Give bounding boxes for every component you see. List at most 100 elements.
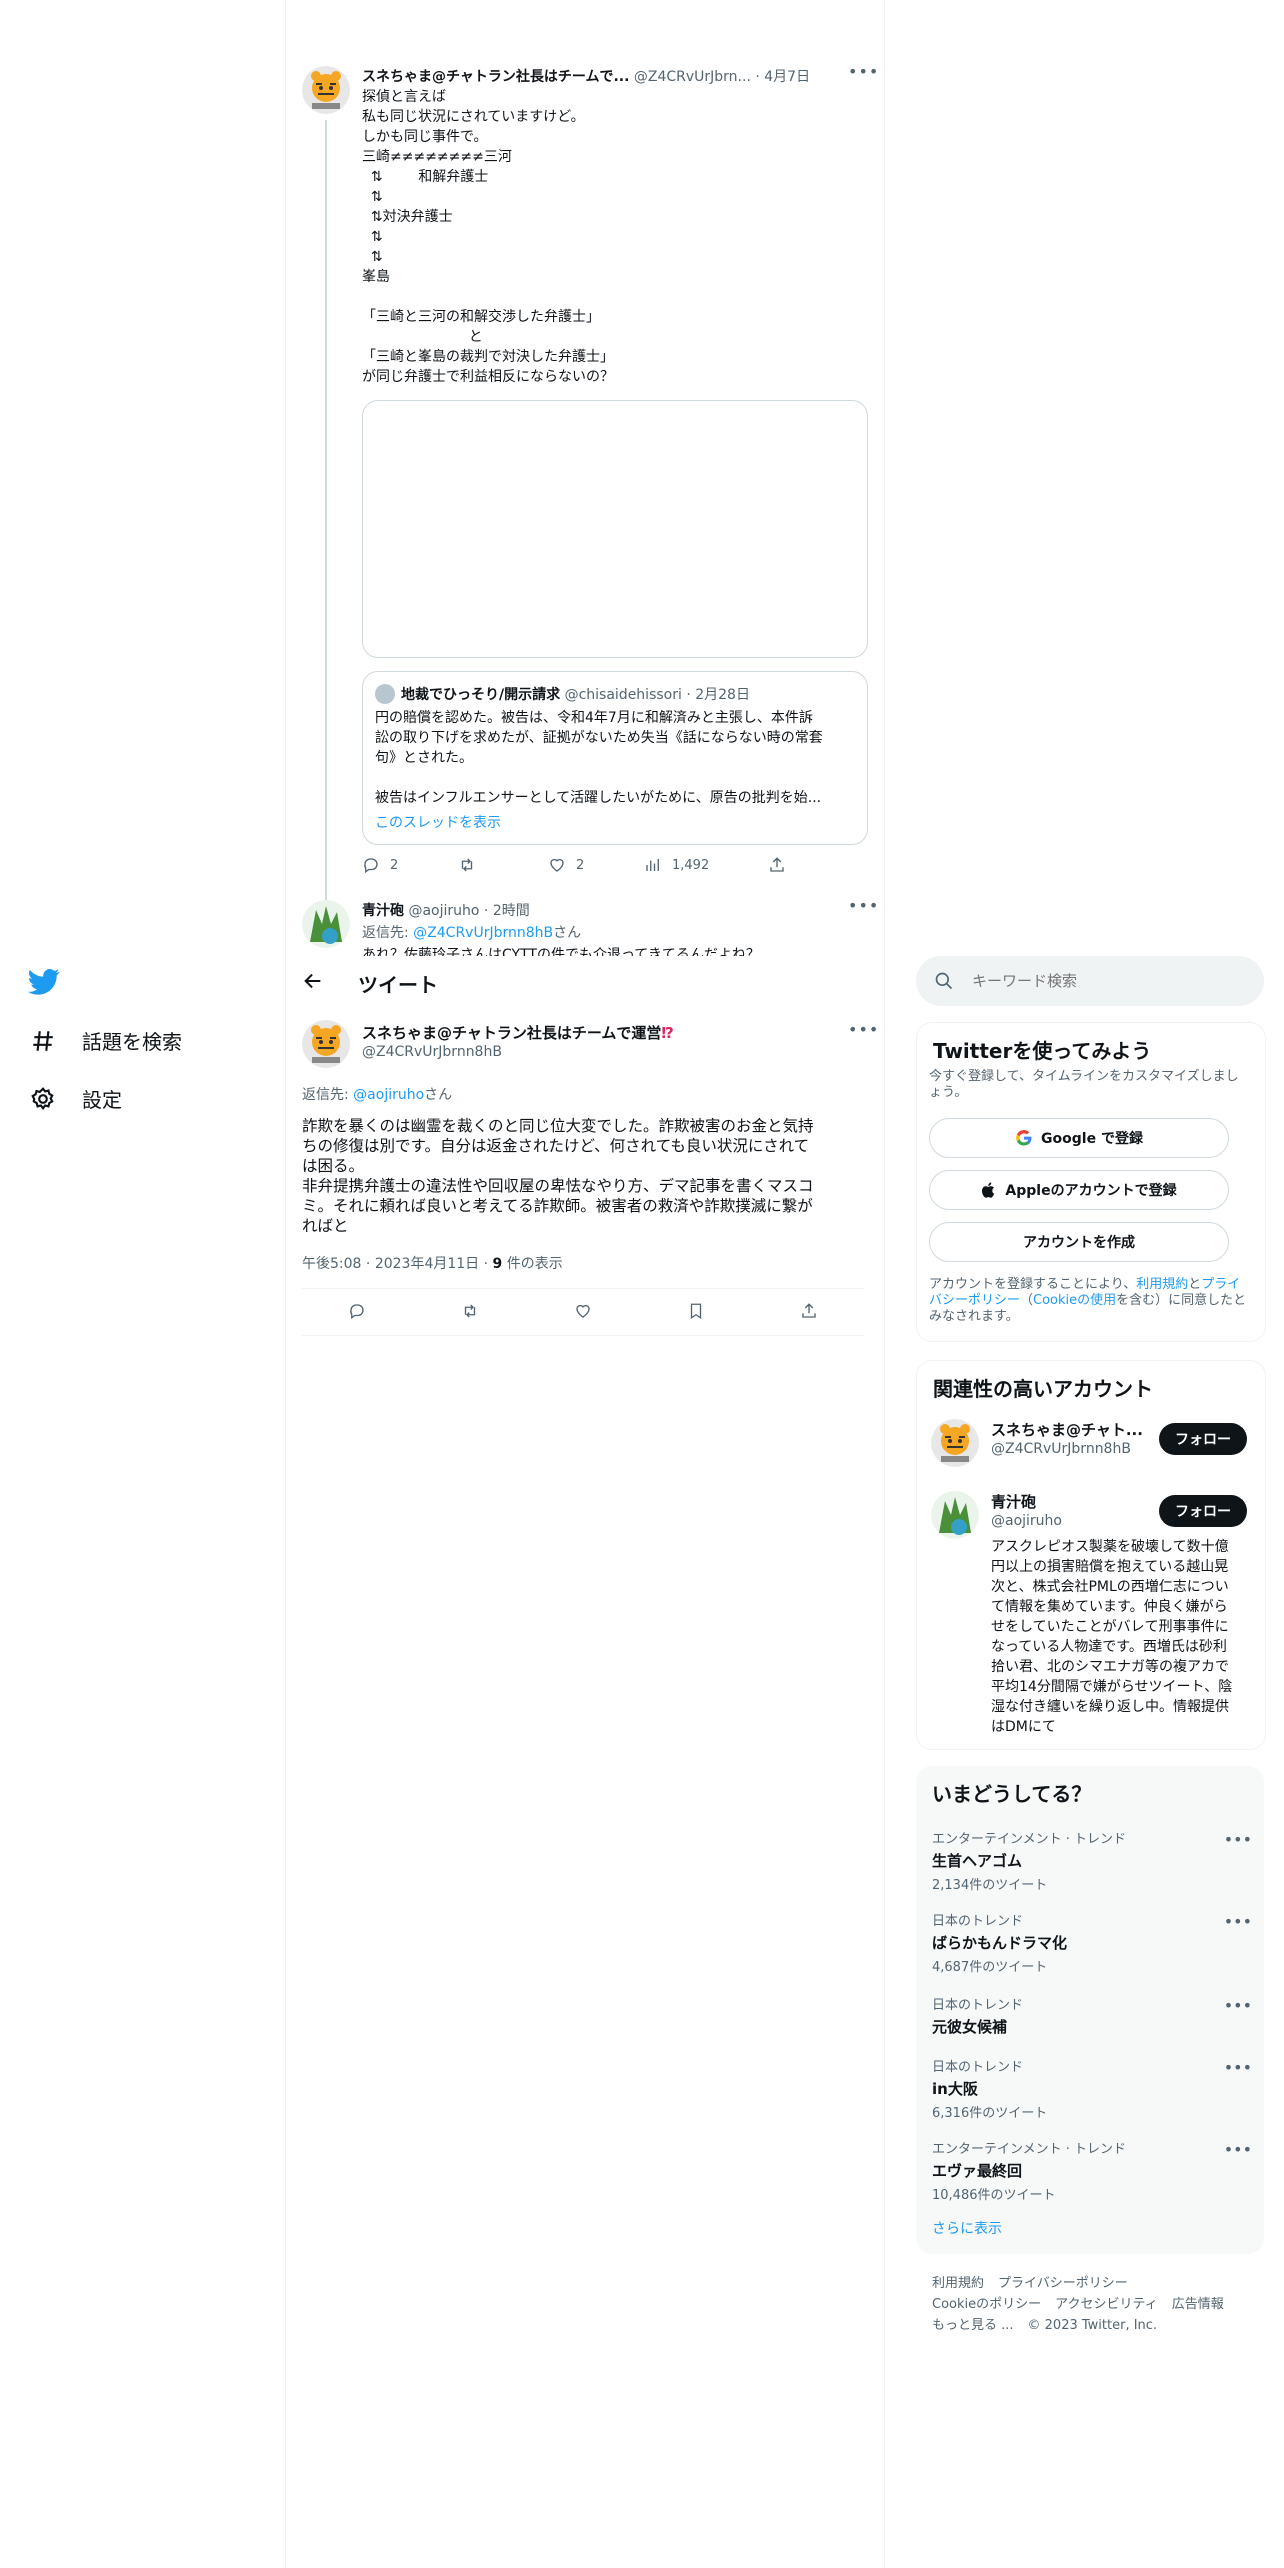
like-button[interactable]: 2 xyxy=(548,856,584,874)
author-handle[interactable]: @aojiruho xyxy=(408,903,479,919)
tweet-time[interactable]: 午後5:08 xyxy=(302,1256,361,1272)
tweet-line xyxy=(362,287,614,307)
trend-item[interactable]: 日本のトレンド ばらかもんドラマ化 4,687件のツイート ••• xyxy=(932,1910,1252,1975)
nav-explore[interactable]: 話題を検索 xyxy=(30,1026,182,1055)
avatar[interactable] xyxy=(302,900,350,948)
show-thread-link[interactable]: このスレッドを表示 xyxy=(375,812,501,832)
show-more-link[interactable]: さらに表示 xyxy=(932,2218,1002,2238)
like-button[interactable] xyxy=(574,1302,592,1320)
trend-name: ばらかもんドラマ化 xyxy=(932,1934,1068,1952)
retweet-button[interactable] xyxy=(458,856,476,874)
tweet-time[interactable]: 2時間 xyxy=(493,903,530,919)
twitter-logo-icon[interactable] xyxy=(28,968,60,1000)
avatar[interactable] xyxy=(302,1020,350,1068)
more-options-icon[interactable]: ••• xyxy=(1224,1912,1252,1931)
avatar[interactable] xyxy=(931,1491,979,1539)
aojiru-avatar-icon xyxy=(302,900,350,948)
author-handle[interactable]: @Z4CRvUrJbrn... xyxy=(634,69,751,85)
more-options-icon[interactable]: ••• xyxy=(1224,1830,1252,1849)
more-options-icon[interactable]: ••• xyxy=(1224,2140,1252,2159)
share-icon xyxy=(802,1303,816,1318)
bookmark-button[interactable] xyxy=(687,1302,705,1320)
privacy-link[interactable]: プライ xyxy=(1201,1277,1240,1292)
account-name[interactable]: スネちゃま@チャト... xyxy=(991,1419,1143,1440)
more-options-icon[interactable]: ••• xyxy=(1224,2058,1252,2077)
aojiru-avatar-icon xyxy=(931,1491,979,1539)
tweet-line: ればと xyxy=(302,1217,349,1235)
bio-line: 拾い君、北のシマエナガ等の複アカで xyxy=(991,1659,1229,1675)
quoted-tweet[interactable]: 地裁でひっそり/開示請求 @chisaidehissori · 2月28日 円の… xyxy=(362,671,868,845)
follow-button[interactable]: フォロー xyxy=(1159,1495,1247,1527)
tweet-line: ミ。それに頼れば良いと考えてる詐欺師。被害者の救済や詐欺撲滅に繋が xyxy=(302,1197,813,1215)
trend-item[interactable]: 日本のトレンド 元彼女候補 ••• xyxy=(932,1994,1252,2037)
back-arrow-icon[interactable] xyxy=(302,970,324,996)
retweet-button[interactable] xyxy=(461,1302,479,1320)
quote-line: 句》とされた。 xyxy=(375,750,473,766)
author-name[interactable]: 青汁砲 xyxy=(362,903,404,919)
bio-line: て情報を集めています。仲良く嫌がら xyxy=(991,1599,1228,1615)
tweet-line: ⇅対決弁護士 xyxy=(362,209,453,225)
share-button[interactable] xyxy=(768,856,786,874)
search-box[interactable] xyxy=(916,956,1264,1006)
apple-signup-button[interactable]: Appleのアカウントで登録 xyxy=(929,1170,1229,1210)
legal-text: （ xyxy=(1020,1293,1034,1308)
trend-count: 10,486件のツイート xyxy=(932,2188,1056,2203)
separator-dot: · xyxy=(686,687,691,703)
create-account-button[interactable]: アカウントを作成 xyxy=(929,1222,1229,1262)
more-options-icon[interactable]: ••• xyxy=(848,896,879,915)
reply-button[interactable] xyxy=(348,1302,366,1320)
main-author[interactable]: スネちゃま@チャトラン社長はチームで運営⁉ xyxy=(362,1022,674,1043)
reply-button[interactable]: 2 xyxy=(362,856,398,874)
divider xyxy=(302,1335,864,1336)
retweet-icon xyxy=(461,858,473,872)
author-handle[interactable]: @Z4CRvUrJbrnn8hB xyxy=(362,1044,502,1060)
footer-link-cookie[interactable]: Cookieのポリシー xyxy=(932,2297,1041,2312)
view-count: 1,492 xyxy=(672,857,710,873)
author-name[interactable]: スネちゃま@チャトラン社長はチームで運営 xyxy=(362,1024,661,1042)
divider xyxy=(302,1288,864,1289)
footer-link-terms[interactable]: 利用規約 xyxy=(932,2276,984,2291)
apple-icon xyxy=(982,1182,995,1198)
tweet-date[interactable]: 2023年4月11日 xyxy=(375,1256,479,1272)
bio-line: 円以上の損害賠償を抱えている越山晃 xyxy=(991,1559,1229,1575)
follow-button[interactable]: フォロー xyxy=(1159,1423,1247,1455)
search-input[interactable] xyxy=(970,967,1244,995)
footer-link-more[interactable]: もっと見る ... xyxy=(932,2318,1014,2333)
hashtag-icon xyxy=(33,1030,53,1051)
more-options-icon[interactable]: ••• xyxy=(848,62,879,81)
privacy-link[interactable]: バシーポリシー xyxy=(929,1293,1020,1308)
share-button[interactable] xyxy=(800,1302,818,1320)
bio-line: アスクレピオス製薬を破壊して数十億 xyxy=(991,1539,1229,1555)
views-button[interactable]: 1,492 xyxy=(644,856,709,874)
legal-text: を含む）に同意したと xyxy=(1116,1293,1247,1308)
media-placeholder[interactable] xyxy=(362,400,868,658)
nav-settings[interactable]: 設定 xyxy=(30,1084,122,1113)
quoted-avatar xyxy=(375,684,395,704)
tweet-line: ちの修復は別です。自分は返金されたけど、何されても良い状況にされて xyxy=(302,1137,810,1155)
nav-explore-label: 話題を検索 xyxy=(82,1030,182,1054)
avatar[interactable] xyxy=(931,1419,979,1467)
google-signup-button[interactable]: Google で登録 xyxy=(929,1118,1229,1158)
trend-item[interactable]: エンターテインメント · トレンド エヴァ最終回 10,486件のツイート ••• xyxy=(932,2138,1252,2203)
trend-name: エヴァ最終回 xyxy=(932,2162,1023,2180)
separator-dot: · xyxy=(483,1256,489,1272)
tweet-date[interactable]: 4月7日 xyxy=(764,69,810,85)
avatar[interactable] xyxy=(302,66,350,114)
more-options-icon[interactable]: ••• xyxy=(848,1020,879,1039)
footer-link-privacy[interactable]: プライバシーポリシー xyxy=(998,2276,1128,2291)
trend-item[interactable]: エンターテインメント · トレンド 生首ヘアゴム 2,134件のツイート ••• xyxy=(932,1828,1252,1893)
reply-prefix: 返信先: xyxy=(362,925,409,941)
reply-to-link[interactable]: @Z4CRvUrJbrnn8hB xyxy=(413,925,553,941)
replying-to: 返信先: @Z4CRvUrJbrnn8hBさん xyxy=(362,922,581,942)
terms-link[interactable]: 利用規約 xyxy=(1136,1277,1188,1292)
more-options-icon[interactable]: ••• xyxy=(1224,1996,1252,2015)
author-name[interactable]: スネちゃま@チャトラン社長はチームで... xyxy=(362,69,629,85)
account-name[interactable]: 青汁砲 xyxy=(991,1491,1036,1512)
footer-link-accessibility[interactable]: アクセシビリティ xyxy=(1055,2297,1158,2312)
cookie-link[interactable]: Cookieの使用 xyxy=(1033,1293,1116,1308)
reply-to-link[interactable]: @aojiruho xyxy=(353,1087,424,1103)
view-count: 9 xyxy=(492,1256,503,1272)
footer-link-ads[interactable]: 広告情報 xyxy=(1172,2297,1224,2312)
trend-item[interactable]: 日本のトレンド in大阪 6,316件のツイート ••• xyxy=(932,2056,1252,2121)
signup-title: Twitterを使ってみよう xyxy=(933,1039,1152,1063)
